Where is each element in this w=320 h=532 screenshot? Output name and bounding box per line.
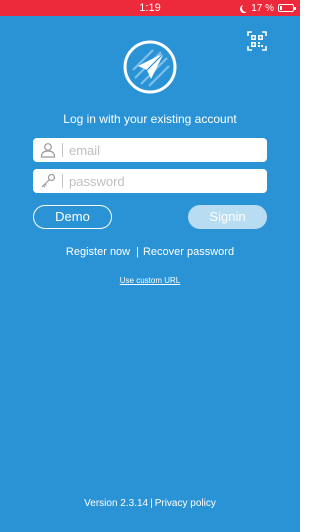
demo-button[interactable]: Demo bbox=[33, 205, 112, 229]
footer-separator: | bbox=[150, 498, 153, 509]
footer: Version 2.3.14 | Privacy policy bbox=[0, 498, 300, 509]
app-logo bbox=[123, 40, 177, 94]
login-subtitle: Log in with your existing account bbox=[63, 112, 237, 126]
qr-code-icon[interactable] bbox=[247, 31, 267, 51]
user-icon bbox=[39, 141, 57, 159]
register-link[interactable]: Register now bbox=[66, 246, 130, 258]
battery-icon bbox=[278, 4, 296, 12]
password-field[interactable] bbox=[33, 169, 267, 193]
recover-password-link[interactable]: Recover password bbox=[143, 246, 234, 258]
signin-button[interactable]: Signin bbox=[188, 205, 267, 229]
link-separator: | bbox=[136, 246, 139, 258]
account-links: Register now | Recover password bbox=[0, 246, 300, 258]
moon-icon bbox=[242, 4, 250, 12]
email-field[interactable] bbox=[33, 138, 267, 162]
status-bar: 1:19 17 % bbox=[0, 0, 300, 16]
login-screen: 1:19 17 % Log in with your existing acco… bbox=[0, 0, 300, 532]
key-icon bbox=[39, 172, 57, 190]
privacy-policy-link[interactable]: Privacy policy bbox=[155, 498, 216, 509]
battery-percent: 17 % bbox=[251, 2, 274, 14]
field-divider bbox=[62, 174, 63, 188]
version-text: Version 2.3.14 bbox=[84, 498, 149, 509]
battery-level bbox=[280, 6, 282, 10]
custom-url-link[interactable]: Use custom URL bbox=[0, 276, 300, 285]
field-divider bbox=[62, 143, 63, 157]
password-input[interactable] bbox=[69, 169, 259, 193]
email-input[interactable] bbox=[69, 138, 259, 162]
status-indicators: 17 % bbox=[239, 1, 296, 15]
